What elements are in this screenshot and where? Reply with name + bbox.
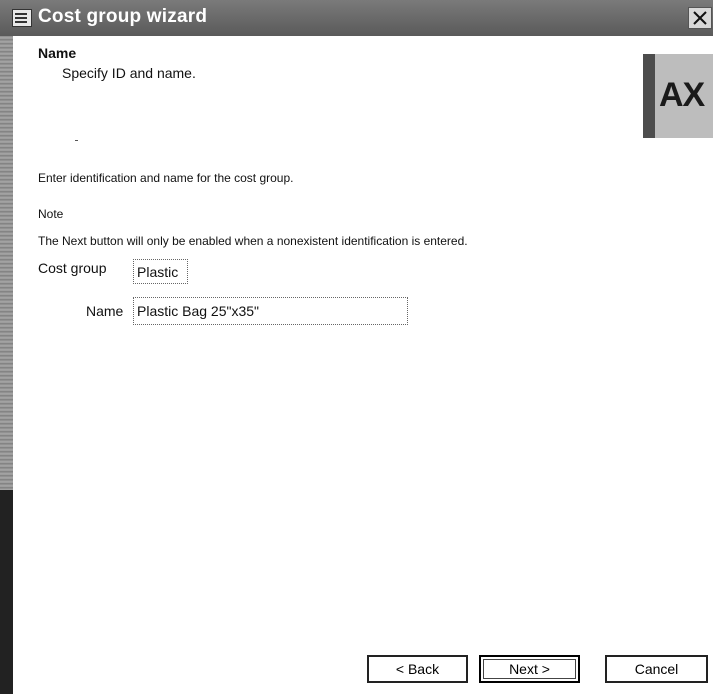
window-title: Cost group wizard — [38, 6, 208, 27]
ax-logo: AX — [643, 54, 713, 138]
back-button[interactable]: < Back — [367, 655, 468, 683]
instruction-text: Enter identification and name for the co… — [38, 171, 294, 185]
close-icon — [693, 11, 707, 25]
name-input[interactable] — [133, 297, 408, 325]
window-left-border-dark — [0, 490, 13, 694]
page-title: Name — [38, 45, 77, 61]
cost-group-label: Cost group — [38, 260, 107, 276]
cost-group-input[interactable] — [133, 259, 188, 284]
logo-stripe — [643, 54, 655, 138]
next-button[interactable]: Next > — [479, 655, 580, 683]
note-label: Note — [38, 207, 64, 221]
logo-text: AX — [659, 76, 705, 114]
divider-mark — [75, 140, 78, 141]
page-subtitle: Specify ID and name. — [62, 65, 196, 81]
name-label: Name — [86, 303, 124, 319]
cancel-button[interactable]: Cancel — [605, 655, 708, 683]
note-text: The Next button will only be enabled whe… — [38, 234, 468, 248]
close-button[interactable] — [688, 7, 712, 29]
title-bar: Cost group wizard — [0, 0, 713, 36]
wizard-window-icon — [12, 9, 32, 27]
